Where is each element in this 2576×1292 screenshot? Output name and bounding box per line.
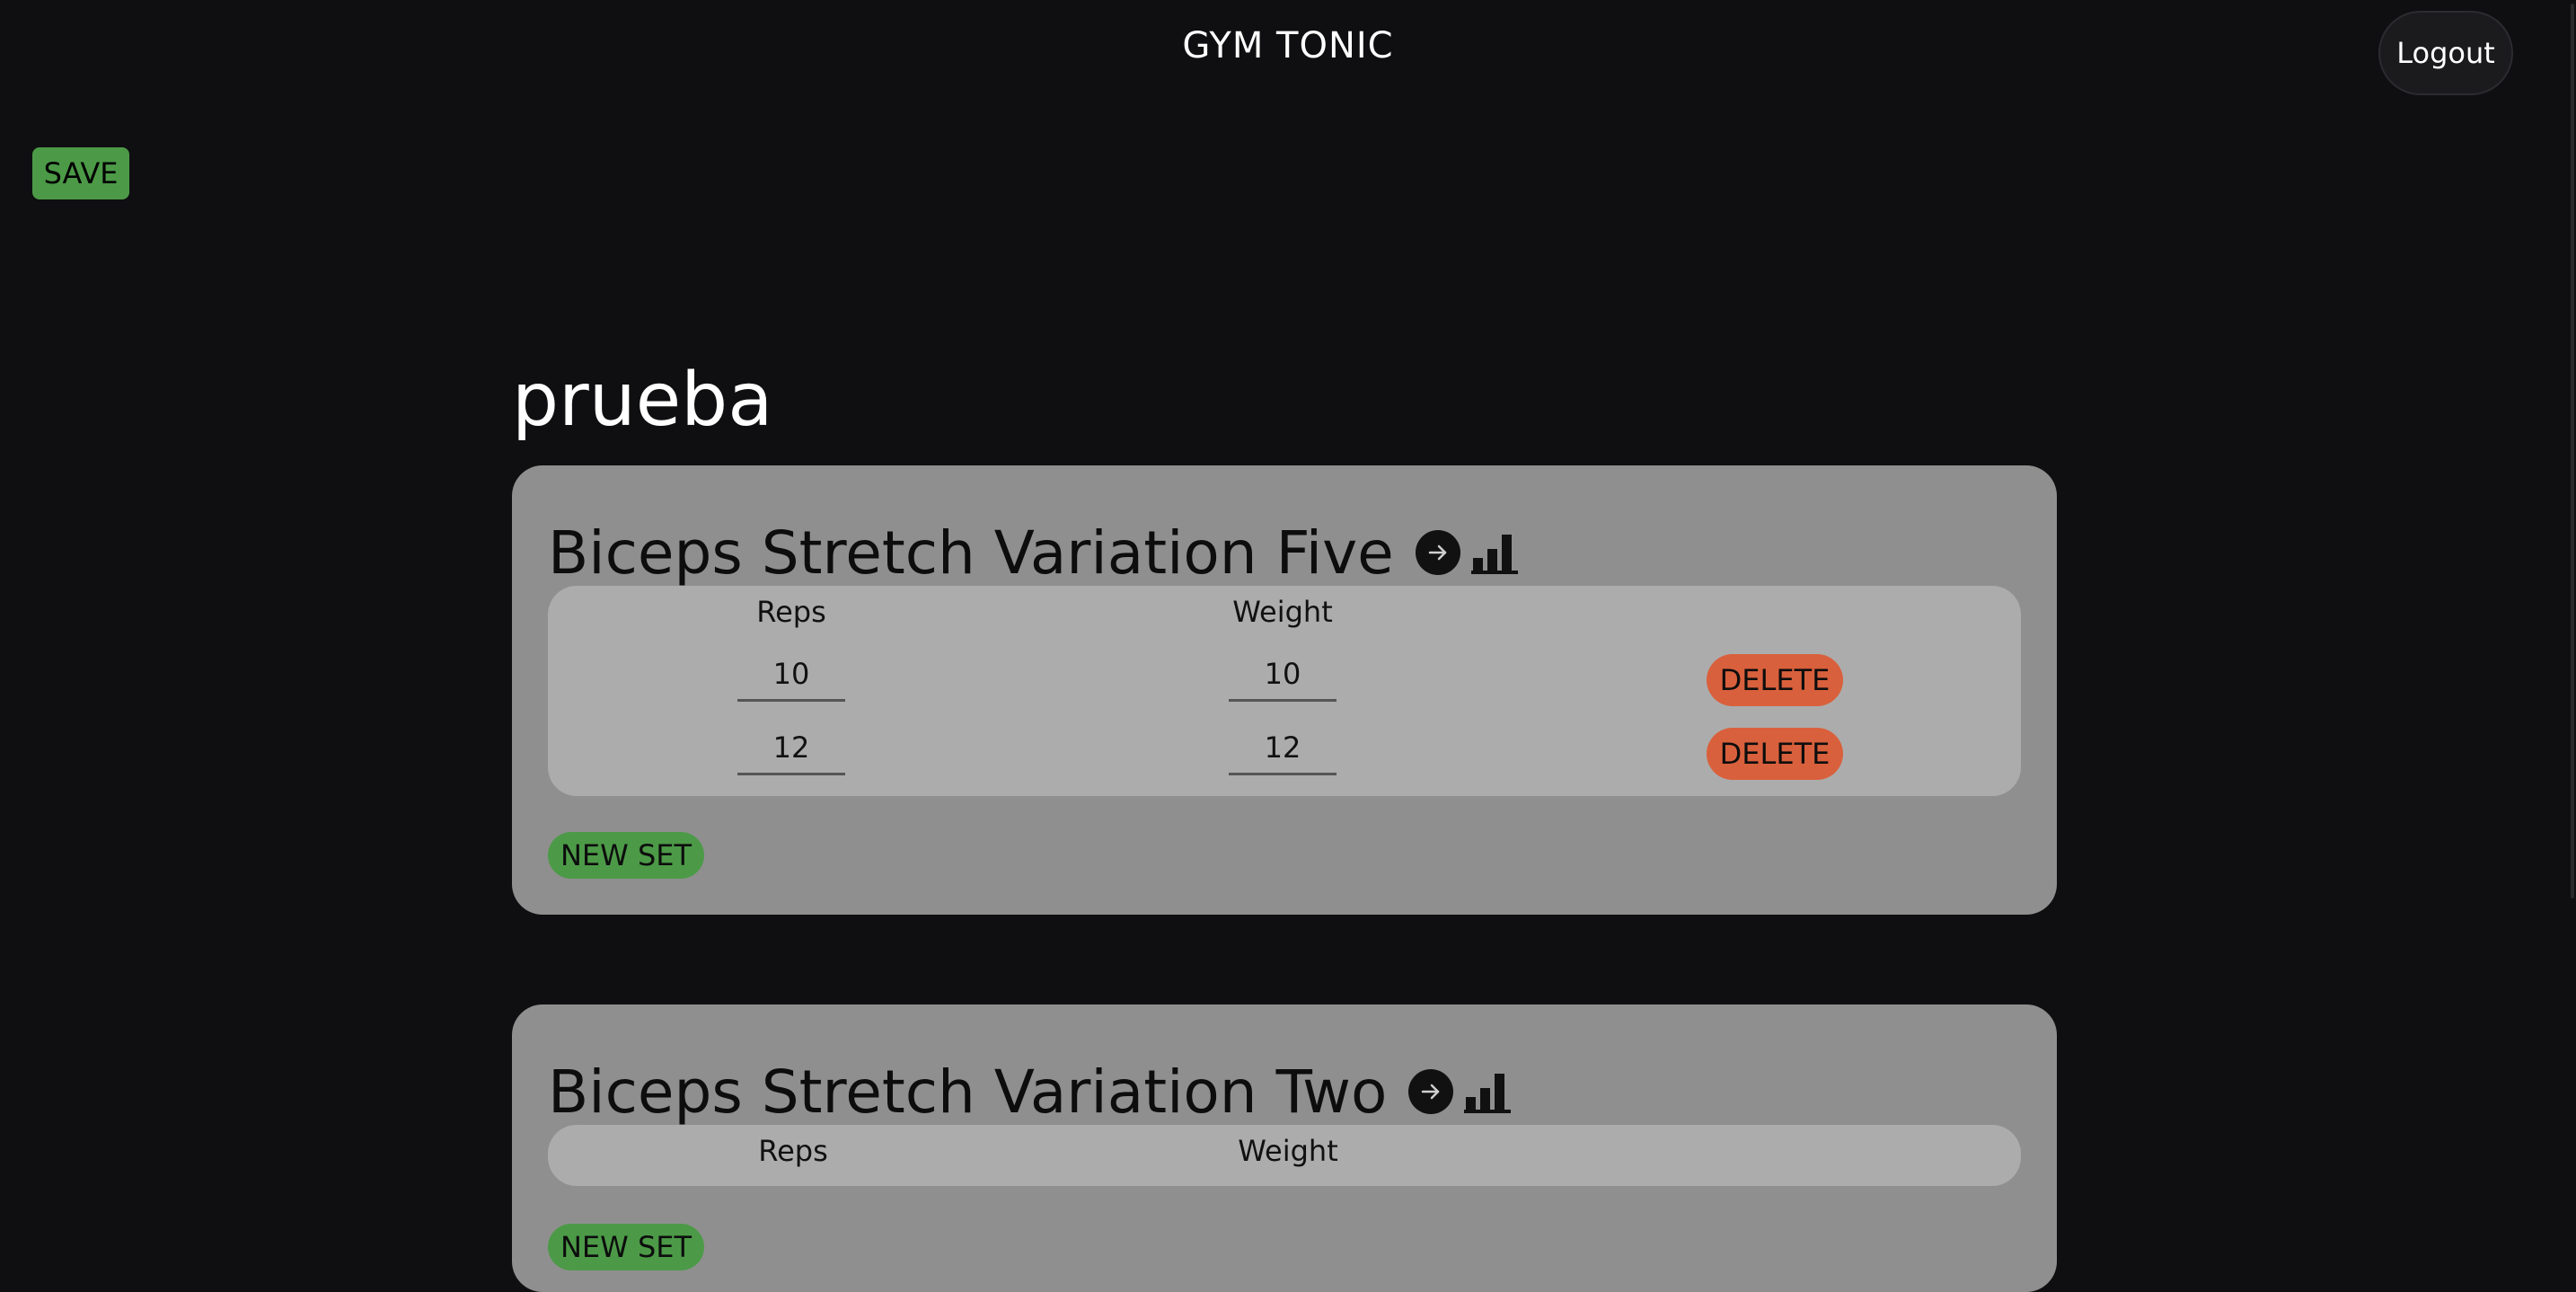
routine-name: prueba: [512, 358, 773, 443]
reps-column-header: Reps: [756, 595, 826, 629]
exercise-title: Biceps Stretch Variation Five: [548, 518, 1394, 588]
bar-chart-icon[interactable]: [1464, 1070, 1512, 1113]
sets-table: Reps Weight DELETE DELETE: [548, 586, 2021, 796]
exercise-card: Biceps Stretch Variation Five Reps Weigh…: [512, 465, 2057, 915]
arrow-right-circle-icon[interactable]: [1408, 1069, 1454, 1114]
delete-set-button[interactable]: DELETE: [1707, 654, 1843, 706]
weight-column-header: Weight: [1238, 1134, 1338, 1168]
weight-input[interactable]: [1229, 722, 1337, 775]
app-title: GYM TONIC: [1182, 25, 1394, 66]
arrow-right-circle-icon[interactable]: [1415, 530, 1460, 575]
logout-button[interactable]: Logout: [2378, 11, 2513, 95]
new-set-button[interactable]: NEW SET: [548, 832, 704, 879]
scrollbar-thumb[interactable]: [2571, 4, 2574, 898]
new-set-button[interactable]: NEW SET: [548, 1224, 704, 1270]
weight-column-header: Weight: [1232, 595, 1333, 629]
reps-input[interactable]: [737, 722, 845, 775]
sets-table: Reps Weight: [548, 1125, 2021, 1186]
save-button[interactable]: SAVE: [32, 147, 129, 199]
scrollbar[interactable]: [2569, 0, 2576, 1267]
delete-set-button[interactable]: DELETE: [1707, 728, 1843, 780]
set-row: DELETE: [548, 649, 2021, 706]
reps-column-header: Reps: [758, 1134, 828, 1168]
weight-input[interactable]: [1229, 649, 1337, 702]
set-row: DELETE: [548, 722, 2021, 780]
exercise-card: Biceps Stretch Variation Two Reps Weight…: [512, 1004, 2057, 1292]
exercise-title: Biceps Stretch Variation Two: [548, 1057, 1388, 1127]
reps-input[interactable]: [737, 649, 845, 702]
bar-chart-icon[interactable]: [1470, 531, 1518, 574]
